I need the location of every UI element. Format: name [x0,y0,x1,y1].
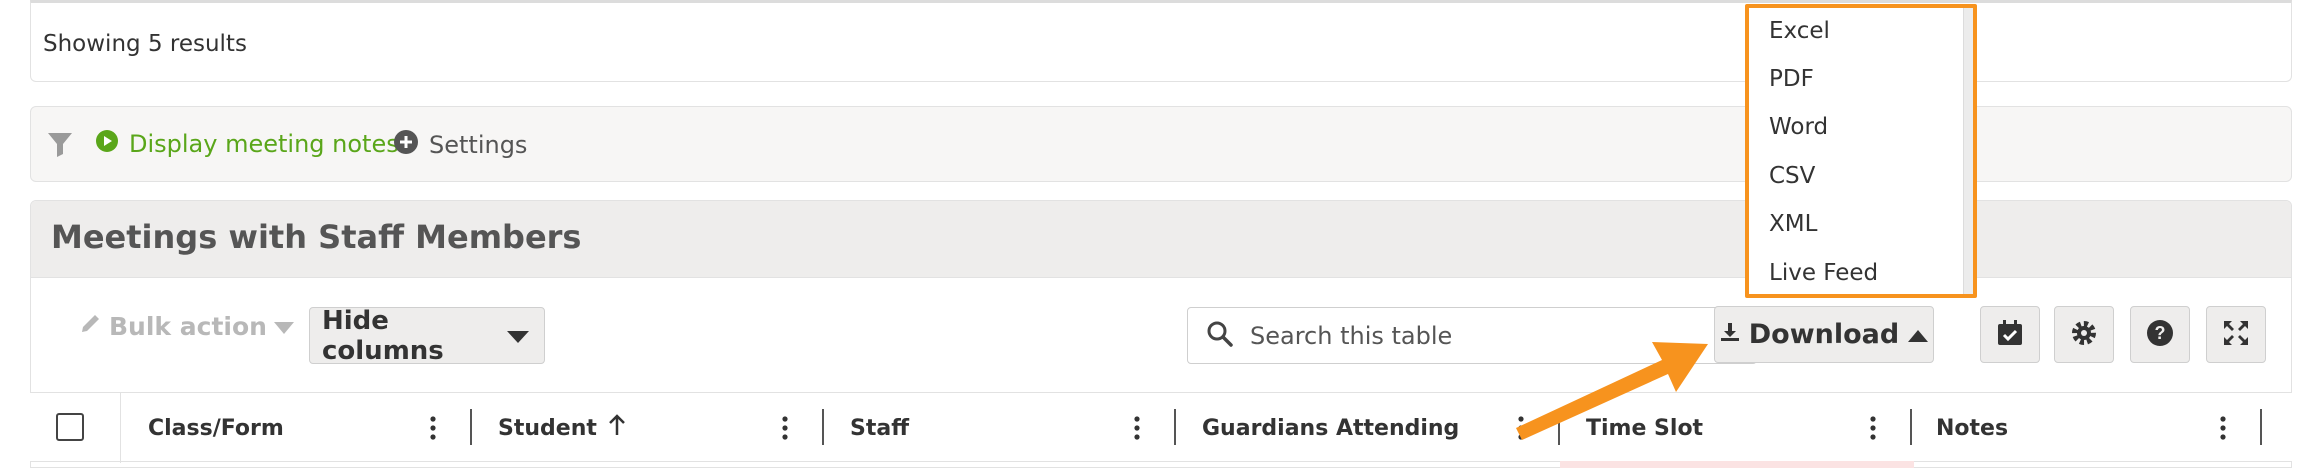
search-icon [1206,320,1234,352]
column-resize-handle[interactable] [470,409,472,445]
column-label-wrap: Student [498,414,627,442]
column-resize-handle[interactable] [2260,409,2262,445]
column-label: Student [498,415,597,441]
hide-columns-label: Hide columns [322,305,444,366]
column-label: Class/Form [148,415,284,441]
display-meeting-notes-link[interactable]: Display meeting notes [95,129,399,159]
column-menu-icon[interactable] [780,415,790,441]
column-menu-icon[interactable] [2218,415,2228,441]
settings-label: Settings [429,131,528,159]
gear-icon [2069,318,2099,352]
column-resize-handle[interactable] [1174,409,1176,445]
column-menu-icon[interactable] [1132,415,1142,441]
search-placeholder: Search this table [1250,321,1453,350]
column-header-time-slot[interactable]: Time Slot [1586,393,1703,463]
filter-icon[interactable] [45,129,75,159]
download-icon [1719,319,1741,350]
help-button[interactable]: ? [2130,306,2190,363]
column-header-notes[interactable]: Notes [1936,393,2008,463]
question-circle-icon: ? [2145,318,2175,352]
calendar-check-icon [1995,318,2025,352]
calendar-check-button[interactable] [1980,306,2040,363]
column-header-class-form[interactable]: Class/Form [148,393,284,463]
table-settings-button[interactable] [2054,306,2114,363]
panel-title: Meetings with Staff Members [51,218,582,256]
download-button[interactable]: Download [1714,306,1934,363]
table-header-row: Class/Form Student Staff Guardians Atten… [30,392,2292,463]
column-divider [120,393,121,463]
download-format-menu: Excel PDF Word CSV XML Live Feed [1745,4,1977,298]
display-meeting-notes-label: Display meeting notes [129,130,399,158]
column-label: Staff [850,415,910,441]
column-resize-handle[interactable] [1910,409,1912,445]
menu-item-pdf[interactable]: PDF [1769,66,1814,92]
menu-scrollbar[interactable] [1963,8,1973,294]
expand-icon [2221,318,2251,352]
select-all-checkbox[interactable] [56,413,84,441]
bulk-action-label: Bulk action [109,311,267,341]
bulk-action-button[interactable]: Bulk action [79,311,295,341]
fullscreen-button[interactable] [2206,306,2266,363]
plus-circle-icon [393,129,419,161]
menu-item-xml[interactable]: XML [1769,211,1817,237]
caret-up-icon [1907,319,1929,350]
column-menu-icon[interactable] [1868,415,1878,441]
column-header-student[interactable]: Student [498,393,627,463]
menu-item-word[interactable]: Word [1769,114,1828,140]
hide-columns-dropdown[interactable]: Hide columns [309,305,545,366]
column-menu-icon[interactable] [428,415,438,441]
pencil-icon [79,311,103,341]
highlighted-cell [1560,461,1914,468]
column-label: Time Slot [1586,415,1704,441]
column-menu-icon[interactable] [1516,415,1526,441]
column-resize-handle[interactable] [1558,409,1560,445]
play-circle-icon [95,129,119,159]
column-resize-handle[interactable] [822,409,824,445]
table-search-input[interactable]: Search this table [1187,307,1757,364]
menu-item-csv[interactable]: CSV [1769,163,1815,189]
results-count-text: Showing 5 results [43,31,247,57]
sort-ascending-icon [607,414,627,442]
settings-link[interactable]: Settings [393,129,527,161]
svg-text:?: ? [2155,323,2166,343]
caret-down-icon [273,312,295,341]
column-label: Guardians Attending [1202,415,1460,441]
menu-item-excel[interactable]: Excel [1769,18,1830,44]
column-header-guardians-attending[interactable]: Guardians Attending [1202,393,1459,463]
column-label: Notes [1936,415,2009,441]
download-label: Download [1748,319,1900,350]
menu-item-live-feed[interactable]: Live Feed [1769,260,1878,286]
column-header-staff[interactable]: Staff [850,393,909,463]
caret-down-icon [506,321,530,351]
